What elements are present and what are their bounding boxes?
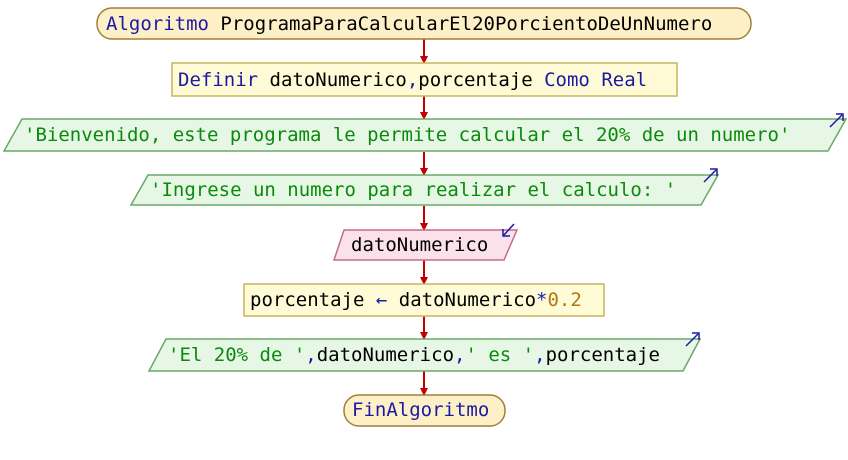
assign-operator: * [536, 289, 548, 311]
write3-string-2: ' es ' [465, 344, 535, 366]
write3-output-label: 'El 20% de ',datoNumerico,' es ',porcent… [168, 343, 660, 367]
write3-comma-1: , [305, 344, 317, 366]
write3-var-1: datoNumerico [316, 344, 455, 366]
define-var-1: datoNumerico [269, 69, 407, 91]
write3-string-1: 'El 20% de ' [168, 344, 306, 366]
assign-process-label: porcentaje ← datoNumerico*0.2 [250, 288, 582, 312]
end-terminal-label: FinAlgoritmo [352, 399, 490, 421]
write3-comma-2: , [454, 344, 466, 366]
start-keyword: Algoritmo [106, 13, 209, 35]
define-type: Real [601, 69, 648, 91]
algorithm-name: ProgramaParaCalcularEl20PorcientoDeUnNum… [220, 13, 713, 35]
assign-arrow: ← [375, 289, 388, 311]
assign-target: porcentaje [250, 289, 365, 311]
write3-var-2: porcentaje [545, 344, 660, 366]
start-terminal-label: Algoritmo ProgramaParaCalcularEl20Porcie… [106, 12, 712, 36]
define-como-keyword: Como [544, 69, 590, 91]
write2-output-label: 'Ingrese un numero para realizar el calc… [150, 179, 677, 201]
define-keyword: Definir [178, 69, 259, 91]
assign-value: 0.2 [547, 289, 582, 311]
write3-comma-3: , [534, 344, 546, 366]
write1-output-label: 'Bienvenido, este programa le permite ca… [24, 124, 791, 146]
define-comma: , [406, 69, 419, 91]
define-var-2: porcentaje [418, 69, 533, 91]
assign-source: datoNumerico [398, 289, 537, 311]
read-input-label: datoNumerico [351, 234, 489, 256]
define-process-label: Definir datoNumerico,porcentaje Como Rea… [178, 68, 647, 92]
